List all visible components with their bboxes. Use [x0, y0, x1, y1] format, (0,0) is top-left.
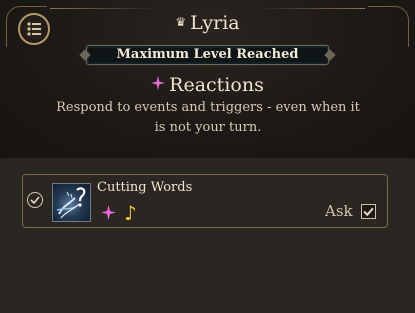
section-title-text: Reactions [169, 74, 264, 96]
ask-checkbox[interactable] [361, 204, 376, 219]
reaction-enabled-toggle[interactable] [27, 192, 43, 208]
ask-label: Ask [325, 202, 353, 220]
crown-icon: ♛ [175, 15, 187, 29]
level-banner-text: Maximum Level Reached [116, 47, 299, 62]
reaction-name: Cutting Words [97, 180, 193, 195]
section-description: Respond to events and triggers - even wh… [56, 100, 360, 135]
music-note-icon: ♪ [124, 201, 137, 225]
frame-line-right [255, 8, 365, 9]
reactions-panel: ♛ Lyria Maximum Level Reached Reactions R… [0, 0, 415, 313]
frame-line-left [50, 8, 160, 9]
cutting-words-spell-icon [52, 183, 91, 222]
sparkle-reaction-icon [101, 205, 116, 220]
sparkle-icon [151, 76, 166, 90]
character-title: ♛ Lyria [0, 12, 415, 34]
character-name: Lyria [190, 12, 240, 34]
checkmark-icon [30, 196, 40, 205]
level-banner: Maximum Level Reached [86, 45, 329, 65]
checkmark-icon [363, 207, 374, 217]
reaction-card[interactable]: Cutting Words ♪ Ask [22, 174, 388, 228]
section-title: Reactions [0, 74, 415, 96]
